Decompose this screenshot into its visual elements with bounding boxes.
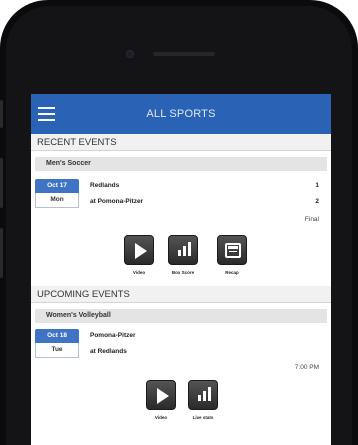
video-button[interactable]: Video bbox=[141, 380, 181, 420]
recent-events-heading: RECENT EVENTS bbox=[31, 134, 331, 151]
recap-button[interactable]: Recap bbox=[212, 235, 252, 275]
recent-event-card[interactable]: Oct 17 Mon Redlands at Pomona-Pitzer 1 2… bbox=[31, 171, 331, 286]
away-score: 2 bbox=[315, 198, 319, 205]
date-badge: Oct 18 Tue bbox=[35, 329, 79, 362]
recap-icon bbox=[217, 235, 247, 265]
date-weekday: Mon bbox=[35, 193, 79, 208]
volume-up-button bbox=[0, 158, 3, 208]
recent-sport-label: Men's Soccer bbox=[35, 157, 327, 171]
away-team: at Pomona-Pitzer bbox=[90, 198, 144, 205]
live-stats-button[interactable]: Live stats bbox=[183, 380, 223, 420]
date-month-day: Oct 17 bbox=[35, 179, 79, 193]
upcoming-events-heading: UPCOMING EVENTS bbox=[31, 286, 331, 303]
recap-label: Recap bbox=[225, 270, 239, 275]
upcoming-sport-label: Women's Volleyball bbox=[35, 309, 327, 323]
page-title: ALL SPORTS bbox=[146, 108, 216, 120]
box-score-button[interactable]: Box Score bbox=[163, 235, 203, 275]
game-status: Final bbox=[304, 216, 319, 223]
away-team: at Redlands bbox=[90, 348, 127, 355]
date-badge: Oct 17 Mon bbox=[35, 179, 79, 212]
video-label: Video bbox=[132, 270, 146, 275]
event-time: 7:00 PM bbox=[294, 364, 319, 371]
home-team: Redlands bbox=[90, 182, 120, 189]
mute-switch bbox=[0, 100, 3, 128]
video-button[interactable]: Video bbox=[119, 235, 159, 275]
play-icon bbox=[146, 380, 176, 410]
bar-chart-icon bbox=[188, 380, 218, 410]
volume-down-button bbox=[0, 228, 3, 278]
box-score-label: Box Score bbox=[171, 270, 195, 275]
video-label: Video bbox=[154, 415, 168, 420]
play-icon bbox=[124, 235, 154, 265]
front-camera bbox=[126, 50, 134, 58]
earpiece-speaker bbox=[153, 52, 215, 56]
home-team: Pomona-Pitzer bbox=[90, 332, 136, 339]
app-bar: ALL SPORTS bbox=[31, 94, 331, 134]
phone-frame: ALL SPORTS RECENT EVENTS Men's Soccer Oc… bbox=[0, 0, 358, 445]
hamburger-menu-icon[interactable] bbox=[38, 107, 55, 121]
upcoming-event-card[interactable]: Oct 18 Tue Pomona-Pitzer at Redlands 7:0… bbox=[31, 323, 331, 438]
bar-chart-icon bbox=[168, 235, 198, 265]
live-stats-label: Live stats bbox=[192, 415, 214, 420]
home-score: 1 bbox=[315, 182, 319, 189]
date-month-day: Oct 18 bbox=[35, 329, 79, 343]
app-screen: ALL SPORTS RECENT EVENTS Men's Soccer Oc… bbox=[31, 94, 331, 445]
date-weekday: Tue bbox=[35, 343, 79, 358]
